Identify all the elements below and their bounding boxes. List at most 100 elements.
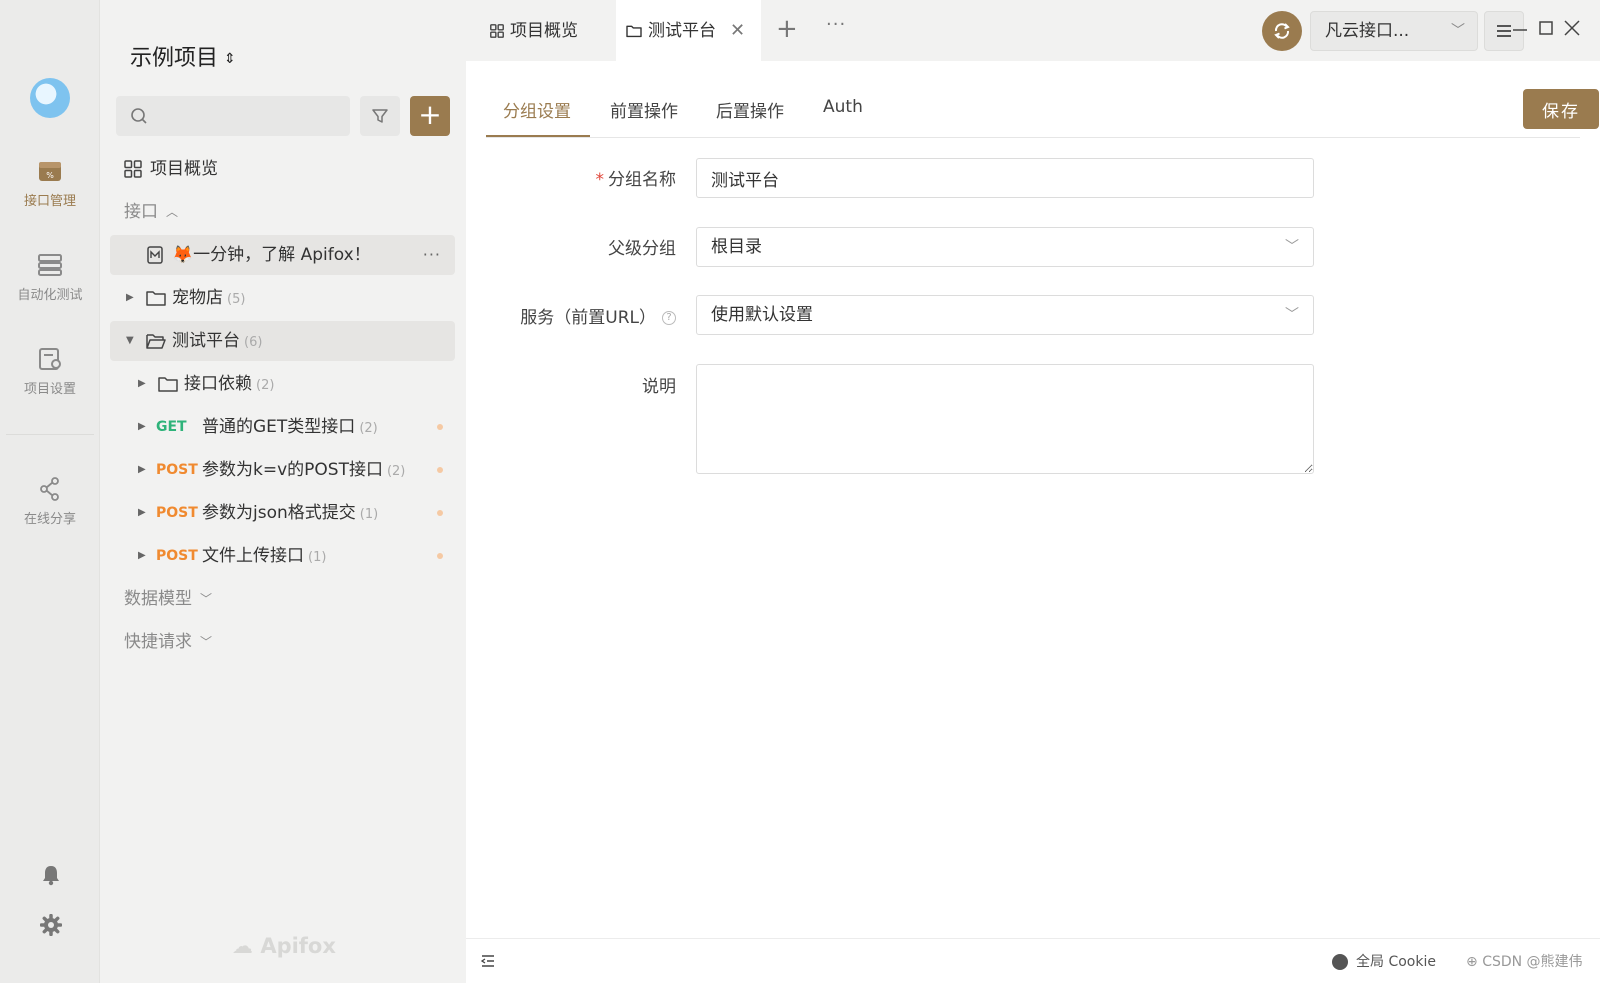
section-label: 快捷请求 bbox=[124, 632, 192, 652]
status-dot bbox=[437, 510, 443, 516]
http-method: POST bbox=[156, 548, 198, 564]
bell-icon[interactable] bbox=[40, 864, 62, 886]
icon-rail: % 接口管理 自动化测试 项目设置 在线分享 bbox=[0, 0, 100, 983]
tree-item-label-wrap: 普通的GET类型接口 (2) bbox=[202, 407, 378, 449]
tab-label: 项目概览 bbox=[510, 21, 578, 41]
sync-button[interactable] bbox=[1262, 11, 1302, 51]
parent-group-select[interactable]: 根目录 ﹀ bbox=[696, 227, 1314, 267]
more-icon[interactable]: ··· bbox=[423, 235, 441, 275]
caret-right-icon: ▶ bbox=[138, 464, 146, 475]
gear-icon[interactable] bbox=[40, 914, 62, 936]
add-button[interactable]: + bbox=[410, 96, 450, 136]
service-select[interactable]: 使用默认设置 ﹀ bbox=[696, 295, 1314, 335]
maximize-icon[interactable] bbox=[1536, 18, 1556, 38]
tab-test-platform[interactable]: 测试平台 ✕ bbox=[616, 0, 761, 61]
subtab-post-operations[interactable]: 后置操作 bbox=[716, 97, 784, 122]
svg-text:%: % bbox=[46, 171, 54, 180]
tree-item-label: 项目概览 bbox=[150, 159, 218, 179]
tab-bar: 项目概览 测试平台 ✕ + ··· 凡云接口... ﹀ bbox=[466, 0, 1600, 61]
tab-label: 测试平台 bbox=[648, 21, 716, 41]
section-data-models-header[interactable]: 数据模型 ﹀ bbox=[110, 579, 455, 619]
search-icon bbox=[131, 108, 147, 124]
select-value: 根目录 bbox=[711, 237, 762, 257]
environment-value: 凡云接口... bbox=[1325, 21, 1410, 41]
caret-right-icon: ▶ bbox=[138, 421, 146, 432]
tree-item-label: 🦊一分钟，了解 Apifox！ bbox=[172, 245, 371, 265]
tree-item-overview[interactable]: 项目概览 bbox=[110, 149, 455, 189]
folder-icon bbox=[626, 25, 642, 38]
folder-count: (5) bbox=[227, 292, 246, 307]
rail-label: 在线分享 bbox=[23, 512, 76, 527]
tree-item-label-wrap: 接口依赖 (2) bbox=[184, 364, 274, 406]
subtab-pre-operations[interactable]: 前置操作 bbox=[610, 97, 678, 122]
section-label: 接口 bbox=[124, 202, 158, 222]
global-cookie-button[interactable]: 全局 Cookie bbox=[1332, 951, 1436, 971]
rail-item-share[interactable]: 在线分享 bbox=[0, 476, 100, 527]
sync-icon bbox=[1274, 23, 1290, 39]
label-text: 服务（前置URL） bbox=[520, 308, 656, 328]
tree-folder-dependency[interactable]: ▶ 接口依赖 (2) bbox=[110, 364, 455, 404]
environment-select[interactable]: 凡云接口... ﹀ bbox=[1310, 11, 1478, 51]
main-content: 分组设置 前置操作 后置操作 Auth 保存 *分组名称 父级分组 根目录 ﹀ … bbox=[466, 61, 1600, 983]
description-textarea[interactable] bbox=[696, 364, 1314, 474]
updown-icon: ⇕ bbox=[224, 51, 236, 67]
apifox-watermark: ☁ Apifox bbox=[232, 934, 336, 958]
folder-icon bbox=[146, 291, 166, 306]
chevron-down-icon: ﹀ bbox=[1285, 307, 1299, 323]
tree-endpoint[interactable]: ▶ POST 参数为k=v的POST接口 (2) bbox=[110, 450, 455, 490]
subtab-group-settings[interactable]: 分组设置 bbox=[503, 97, 571, 122]
tree-folder-test-platform[interactable]: ▼ 测试平台 (6) bbox=[110, 321, 455, 361]
project-switcher[interactable]: 示例项目 ⇕ bbox=[130, 40, 236, 72]
http-method: POST bbox=[156, 462, 198, 478]
tree-endpoint[interactable]: ▶ POST 参数为json格式提交 (1) bbox=[110, 493, 455, 533]
cookie-label: 全局 Cookie bbox=[1356, 954, 1436, 970]
folder-label: 接口依赖 bbox=[184, 374, 252, 394]
service-label: 服务（前置URL）? bbox=[466, 303, 676, 328]
tree-item-label-wrap: 宠物店 (5) bbox=[172, 278, 245, 320]
tree-folder-pet-store[interactable]: ▶ 宠物店 (5) bbox=[110, 278, 455, 318]
active-tab-underline bbox=[486, 135, 590, 137]
project-title: 示例项目 bbox=[130, 46, 219, 71]
tree-item-intro-doc[interactable]: 🦊一分钟，了解 Apifox！ ··· bbox=[110, 235, 455, 275]
rail-label: 接口管理 bbox=[23, 194, 76, 209]
help-icon[interactable]: ? bbox=[662, 311, 676, 325]
subtab-auth[interactable]: Auth bbox=[823, 97, 863, 117]
group-name-input[interactable] bbox=[696, 158, 1314, 198]
required-asterisk: * bbox=[595, 170, 605, 190]
watermark-text: Apifox bbox=[260, 934, 336, 958]
tree-item-label-wrap: 参数为k=v的POST接口 (2) bbox=[202, 450, 405, 492]
tabs-more-icon[interactable]: ··· bbox=[826, 14, 846, 35]
rail-item-api-management[interactable]: % 接口管理 bbox=[0, 158, 100, 209]
tree-endpoint[interactable]: ▶ GET 普通的GET类型接口 (2) bbox=[110, 407, 455, 447]
select-value: 使用默认设置 bbox=[711, 305, 813, 325]
section-api-header[interactable]: 接口 ︿ bbox=[110, 192, 455, 232]
tab-project-overview[interactable]: 项目概览 bbox=[478, 0, 608, 61]
section-quick-request-header[interactable]: 快捷请求 ﹀ bbox=[110, 622, 455, 662]
new-tab-button[interactable]: + bbox=[776, 14, 798, 44]
minimize-icon[interactable] bbox=[1510, 18, 1530, 38]
filter-button[interactable] bbox=[360, 96, 400, 136]
tree-item-label-wrap: 文件上传接口 (1) bbox=[202, 536, 326, 578]
rail-item-project-settings[interactable]: 项目设置 bbox=[0, 346, 100, 397]
project-settings-icon bbox=[39, 348, 61, 370]
tree-endpoint[interactable]: ▶ POST 文件上传接口 (1) bbox=[110, 536, 455, 576]
cloud-logo-icon: ☁ bbox=[232, 934, 253, 958]
collapse-sidebar-icon[interactable] bbox=[480, 953, 496, 969]
rail-item-automation-test[interactable]: 自动化测试 bbox=[0, 252, 100, 303]
cookie-icon bbox=[1332, 954, 1348, 970]
tree-item-label-wrap: 测试平台 (6) bbox=[172, 321, 262, 363]
folder-icon bbox=[158, 377, 178, 392]
search-input[interactable] bbox=[152, 96, 342, 136]
caret-right-icon: ▶ bbox=[138, 550, 146, 561]
endpoint-count: (1) bbox=[359, 507, 379, 522]
chevron-up-icon: ︿ bbox=[166, 205, 179, 219]
parent-group-label: 父级分组 bbox=[608, 239, 676, 259]
endpoint-count: (2) bbox=[386, 464, 406, 479]
status-dot bbox=[437, 553, 443, 559]
close-icon[interactable] bbox=[1562, 18, 1582, 38]
tab-close-icon[interactable]: ✕ bbox=[730, 20, 745, 41]
endpoint-label: 普通的GET类型接口 bbox=[202, 417, 356, 437]
tree-item-label-wrap: 参数为json格式提交 (1) bbox=[202, 493, 378, 535]
chevron-down-icon: ﹀ bbox=[1285, 239, 1299, 255]
save-button[interactable]: 保存 bbox=[1523, 89, 1599, 129]
